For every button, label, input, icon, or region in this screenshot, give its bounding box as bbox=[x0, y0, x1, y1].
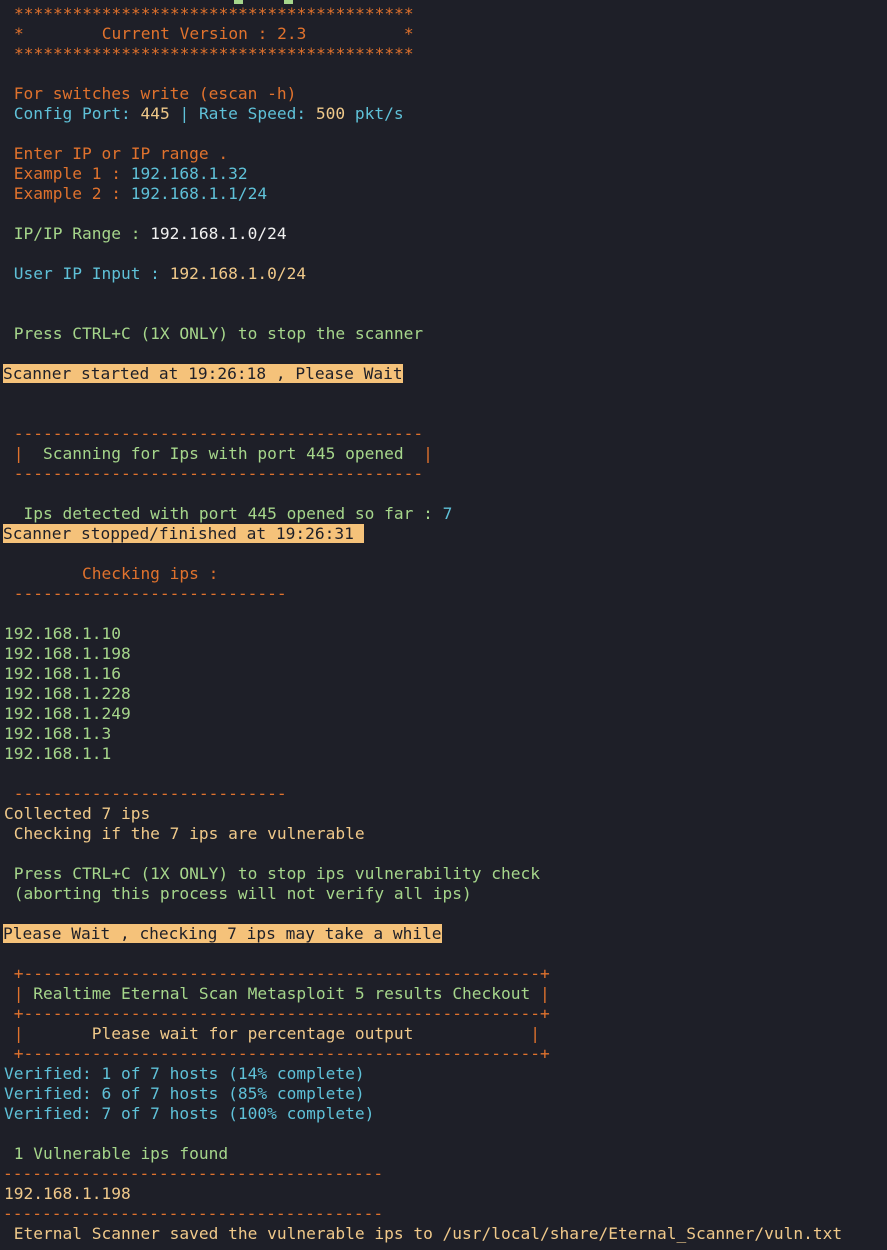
scan-started-status: Scanner started at 19:26:18 , Please Wai… bbox=[3, 364, 403, 384]
detected-label: Ips detected with port 445 opened so far… bbox=[4, 504, 443, 523]
example-1: Example 1 : 192.168.1.32 bbox=[4, 164, 248, 184]
config-line: Config Port: 445 | Rate Speed: 500 pkt/s bbox=[4, 104, 404, 124]
verified-progress: Verified: 7 of 7 hosts (100% complete) bbox=[4, 1104, 375, 1123]
scan-stopped-text: Scanner stopped/finished at 19:26:31 bbox=[3, 524, 364, 543]
results-box-right-border: | bbox=[530, 984, 550, 1003]
input-prompt: Enter IP or IP range . bbox=[4, 144, 229, 163]
user-input-line: User IP Input : 192.168.1.0/24 bbox=[4, 264, 306, 284]
scan-stopped-status: Scanner stopped/finished at 19:26:31 bbox=[3, 524, 364, 544]
results-box-divider: +---------------------------------------… bbox=[4, 1004, 550, 1023]
results-box-title: | Realtime Eternal Scan Metasploit 5 res… bbox=[4, 984, 550, 1004]
checking-rule-bottom: ---------------------------- bbox=[4, 784, 287, 803]
scan-box-left-border: | bbox=[4, 444, 43, 463]
ip-list-item: 192.168.1.16 bbox=[4, 664, 121, 683]
example-2: Example 2 : 192.168.1.1/24 bbox=[4, 184, 267, 204]
vuln-found-count: 1 Vulnerable ips found bbox=[4, 1144, 229, 1163]
scan-box-text: Scanning for Ips with port 445 opened bbox=[42, 444, 404, 463]
ip-list-item: 192.168.1.249 bbox=[4, 704, 131, 723]
scan-box-bottom: ----------------------------------------… bbox=[4, 464, 424, 483]
example-1-value: 192.168.1.32 bbox=[130, 164, 248, 183]
scan-box-title: | Scanning for Ips with port 445 opened … bbox=[4, 444, 433, 464]
ip-list-item: 192.168.1.1 bbox=[4, 744, 112, 763]
checking-title: Checking ips : bbox=[4, 564, 219, 583]
banner-stars-top: ****************************************… bbox=[14, 4, 414, 23]
scan-started-text: Scanner started at 19:26:18 , Please Wai… bbox=[3, 364, 403, 383]
please-wait-text: Please Wait , checking 7 ips may take a … bbox=[3, 924, 442, 943]
ip-list-item: 192.168.1.10 bbox=[4, 624, 121, 643]
results-box-left-border: | bbox=[4, 984, 34, 1003]
user-input-label: User IP Input : bbox=[4, 264, 170, 283]
checking-rule-top: ---------------------------- bbox=[4, 584, 287, 603]
help-switches: For switches write (escan -h) bbox=[4, 84, 297, 103]
vuln-rule-top: --------------------------------------- bbox=[3, 1164, 384, 1183]
saved-message: Eternal Scanner saved the vulnerable ips… bbox=[4, 1224, 843, 1243]
results-box-top: +---------------------------------------… bbox=[4, 964, 550, 983]
scan-box-top: ----------------------------------------… bbox=[4, 424, 424, 443]
ip-list-item: 192.168.1.198 bbox=[4, 644, 131, 663]
please-wait-status: Please Wait , checking 7 ips may take a … bbox=[3, 924, 442, 944]
config-rate-label: | Rate Speed: bbox=[169, 104, 316, 123]
example-1-label: Example 1 : bbox=[4, 164, 131, 183]
collected-count: Collected 7 ips bbox=[4, 804, 151, 823]
verified-progress: Verified: 1 of 7 hosts (14% complete) bbox=[4, 1064, 365, 1083]
checking-vuln: Checking if the 7 ips are vulnerable bbox=[4, 824, 365, 843]
results-box-bottom: +---------------------------------------… bbox=[4, 1044, 550, 1063]
vuln-ip-item: 192.168.1.198 bbox=[4, 1184, 131, 1203]
config-rate-value: 500 bbox=[315, 104, 346, 123]
verified-progress: Verified: 6 of 7 hosts (85% complete) bbox=[4, 1084, 365, 1103]
config-port-label: Config Port: bbox=[4, 104, 141, 123]
example-2-value: 192.168.1.1/24 bbox=[130, 184, 268, 203]
detected-line: Ips detected with port 445 opened so far… bbox=[4, 504, 452, 524]
user-input-value: 192.168.1.0/24 bbox=[169, 264, 307, 283]
vuln-stop-hint: Press CTRL+C (1X ONLY) to stop ips vulne… bbox=[4, 864, 541, 883]
banner-stars-bottom: ****************************************… bbox=[14, 44, 414, 63]
config-port-value: 445 bbox=[140, 104, 170, 123]
config-rate-unit: pkt/s bbox=[345, 104, 404, 123]
ip-list-item: 192.168.1.228 bbox=[4, 684, 131, 703]
ip-range-line: IP/IP Range : 192.168.1.0/24 bbox=[4, 224, 287, 244]
example-2-label: Example 2 : bbox=[4, 184, 131, 203]
results-box-title-text: Realtime Eternal Scan Metasploit 5 resul… bbox=[33, 984, 531, 1003]
ip-range-label: IP/IP Range : bbox=[4, 224, 151, 243]
banner-version: * Current Version : 2.3 * bbox=[14, 24, 414, 43]
results-box-wait: | Please wait for percentage output | bbox=[4, 1024, 540, 1044]
results-box-wait-text: Please wait for percentage output bbox=[91, 1024, 414, 1043]
detected-count: 7 bbox=[442, 504, 453, 523]
terminal-window[interactable]: ****************************************… bbox=[0, 0, 887, 1250]
ip-range-value: 192.168.1.0/24 bbox=[150, 224, 287, 243]
vuln-abort-note: (aborting this process will not verify a… bbox=[4, 884, 472, 903]
vuln-rule-bottom: --------------------------------------- bbox=[3, 1204, 384, 1223]
results-box-right-border: | bbox=[413, 1024, 541, 1043]
ip-list-item: 192.168.1.3 bbox=[4, 724, 112, 743]
scan-box-right-border: | bbox=[403, 444, 433, 463]
stop-hint: Press CTRL+C (1X ONLY) to stop the scann… bbox=[4, 324, 424, 343]
results-box-left-border: | bbox=[4, 1024, 92, 1043]
